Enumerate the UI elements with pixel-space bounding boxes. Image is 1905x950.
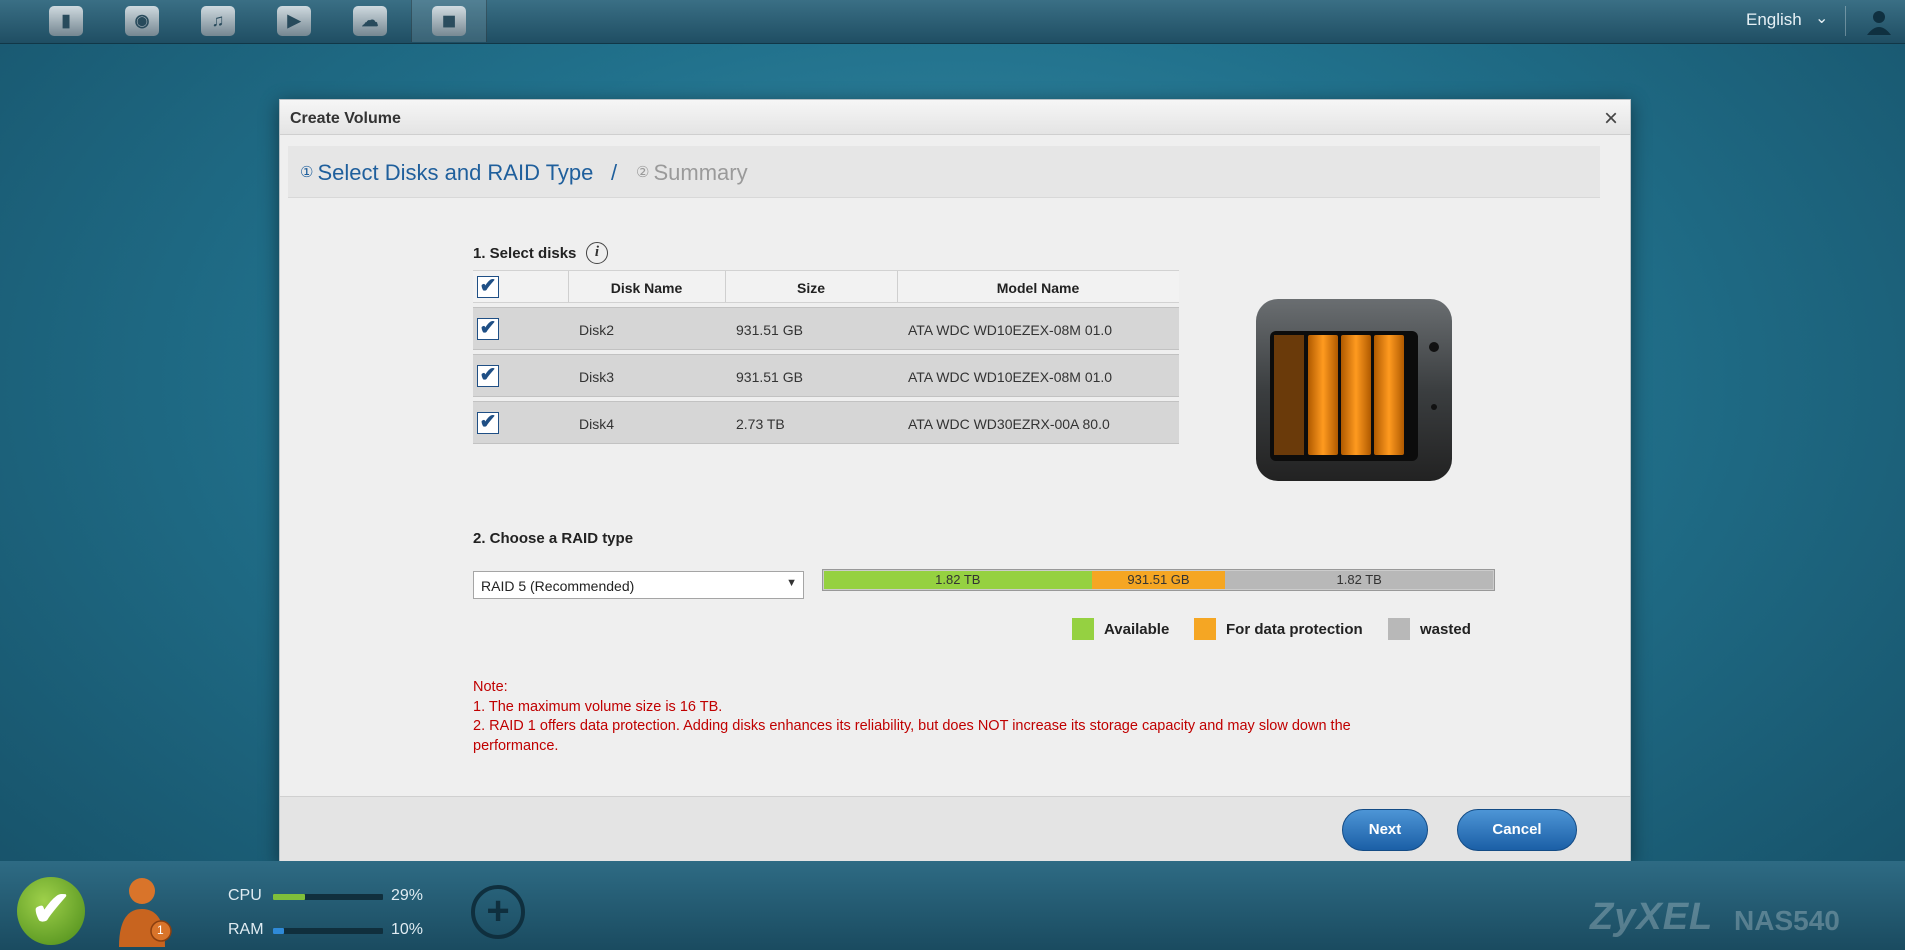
column-header-model-name[interactable]: Model Name — [897, 280, 1179, 296]
step-summary: ② Summary — [636, 160, 748, 186]
brand-logo: ZyXEL — [1590, 896, 1714, 938]
user-icon[interactable] — [1864, 7, 1894, 37]
available-segment: 1.82 TB — [824, 571, 1092, 589]
dialog-header: Create Volume × — [280, 100, 1630, 135]
disk-name: Disk4 — [579, 416, 615, 432]
dialog-title: Create Volume — [290, 110, 401, 127]
wasted-segment: 1.82 TB — [1225, 571, 1493, 589]
disk-checkbox[interactable]: ✔ — [477, 365, 499, 387]
cpu-percent: 29% — [391, 887, 424, 904]
bottom-status-bar: ✔ 1 CPU 29% RAM 10% + ZyXEL NAS540 — [0, 861, 1905, 950]
legend-protection-label: For data protection — [1226, 620, 1363, 638]
disk-model: ATA WDC WD10EZEX-08M 01.0 — [908, 322, 1113, 338]
ram-percent: 10% — [391, 921, 424, 938]
protection-segment: 931.51 GB — [1091, 571, 1226, 589]
protection-swatch — [1194, 618, 1216, 640]
step-1-label: Select Disks and RAID Type — [317, 160, 594, 185]
step-1-number: ① — [300, 164, 314, 181]
table-row[interactable]: ✔ Disk3 931.51 GB ATA WDC WD10EZEX-08M 0… — [473, 354, 1179, 397]
camera-app-icon[interactable]: ◉ — [104, 0, 180, 42]
disk-table: ✔ Disk Name Size Model Name ✔ Disk2 931.… — [473, 270, 1179, 444]
ram-meter — [273, 928, 383, 934]
disk-name: Disk2 — [579, 322, 615, 338]
video-app-icon[interactable]: ▶ — [256, 0, 332, 42]
top-taskbar: ▮ ◉ ♫ ▶ ☁ ◼ English ⌄ — [0, 0, 1905, 44]
wasted-swatch — [1388, 618, 1410, 640]
disk-size: 2.73 TB — [736, 416, 785, 432]
create-volume-dialog: Create Volume × ① Select Disks and RAID T… — [279, 99, 1631, 863]
cancel-button[interactable]: Cancel — [1457, 809, 1577, 851]
caret-down-icon: ▼ — [786, 577, 797, 589]
storage-manager-icon[interactable]: ◼ — [411, 0, 487, 42]
chevron-down-icon[interactable]: ⌄ — [1815, 8, 1828, 28]
document-app-icon[interactable]: ▮ — [28, 0, 104, 42]
disk-size: 931.51 GB — [736, 322, 803, 338]
nas-device-image — [1252, 295, 1454, 485]
close-icon[interactable]: × — [1604, 105, 1618, 133]
device-model: NAS540 — [1734, 905, 1840, 936]
column-header-disk-name[interactable]: Disk Name — [568, 280, 725, 296]
step-2-label: Summary — [653, 160, 748, 185]
ram-label: RAM — [228, 921, 264, 938]
select-all-checkbox[interactable]: ✔ — [477, 276, 499, 298]
next-button[interactable]: Next — [1342, 809, 1428, 851]
raid-type-select[interactable]: RAID 5 (Recommended) ▼ — [473, 571, 804, 599]
info-icon[interactable]: i — [586, 242, 608, 264]
disk-model: ATA WDC WD10EZEX-08M 01.0 — [908, 369, 1113, 385]
available-swatch — [1072, 618, 1094, 640]
cpu-meter-fill — [273, 894, 305, 900]
zyxel-cloud-icon[interactable]: ☁ — [332, 0, 408, 42]
notification-count: 1 — [157, 923, 164, 937]
legend-available-label: Available — [1104, 620, 1170, 638]
table-header: ✔ Disk Name Size Model Name — [473, 270, 1179, 303]
disk-name: Disk3 — [579, 369, 615, 385]
music-app-icon[interactable]: ♫ — [180, 0, 256, 42]
disk-checkbox[interactable]: ✔ — [477, 412, 499, 434]
step-select-disks: ① Select Disks and RAID Type — [300, 160, 593, 186]
cpu-label: CPU — [228, 887, 262, 904]
step-2-number: ② — [636, 164, 650, 181]
ram-meter-fill — [273, 928, 284, 934]
add-widget-icon[interactable]: + — [471, 885, 525, 939]
legend-wasted: wasted — [1388, 618, 1471, 640]
user-notification-icon[interactable]: 1 — [117, 873, 175, 947]
wizard-steps: ① Select Disks and RAID Type / ② Summary — [288, 146, 1600, 198]
step-separator: / — [611, 160, 618, 185]
note-line-2: 2. RAID 1 offers data protection. Adding… — [473, 718, 1351, 754]
legend-available: Available — [1072, 618, 1169, 640]
raid-type-heading: 2. Choose a RAID type — [473, 530, 634, 547]
column-header-size[interactable]: Size — [725, 280, 897, 296]
cpu-meter — [273, 894, 383, 900]
select-disks-heading: 1. Select disks — [473, 245, 577, 262]
raid-type-value: RAID 5 (Recommended) — [481, 578, 635, 594]
disk-size: 931.51 GB — [736, 369, 803, 385]
note-block: Note: 1. The maximum volume size is 16 T… — [473, 678, 1433, 756]
language-select[interactable]: English — [1746, 10, 1802, 30]
note-heading: Note: — [473, 679, 508, 695]
disk-checkbox[interactable]: ✔ — [477, 318, 499, 340]
disk-model: ATA WDC WD30EZRX-00A 80.0 — [908, 416, 1110, 432]
legend-protection: For data protection — [1194, 618, 1363, 640]
dialog-footer: Next Cancel — [280, 796, 1630, 863]
table-row[interactable]: ✔ Disk4 2.73 TB ATA WDC WD30EZRX-00A 80.… — [473, 401, 1179, 444]
capacity-bar: 1.82 TB 931.51 GB 1.82 TB — [822, 569, 1495, 591]
system-ok-icon[interactable]: ✔ — [17, 877, 85, 945]
legend-wasted-label: wasted — [1420, 620, 1471, 638]
note-line-1: 1. The maximum volume size is 16 TB. — [473, 698, 723, 715]
table-row[interactable]: ✔ Disk2 931.51 GB ATA WDC WD10EZEX-08M 0… — [473, 307, 1179, 350]
divider — [1845, 6, 1846, 36]
